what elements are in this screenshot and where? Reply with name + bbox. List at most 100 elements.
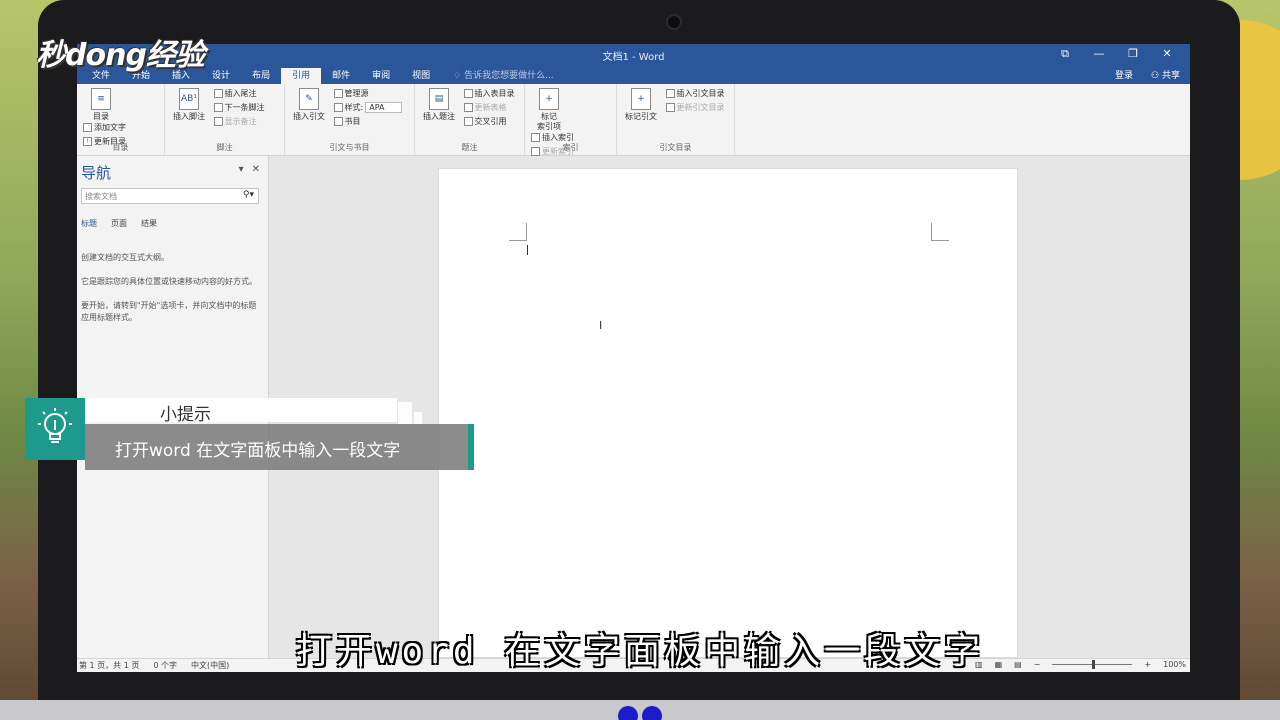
nav-close-icon[interactable]: ✕ xyxy=(252,164,260,175)
person-icon: ⚇ xyxy=(1151,71,1162,81)
mark-citation-icon: + xyxy=(631,88,651,110)
insert-toa-button[interactable]: 插入引文目录 xyxy=(665,88,725,99)
bibliography-button[interactable]: 书目 xyxy=(333,116,402,127)
caption-small-buttons: 插入表目录 更新表格 交叉引用 xyxy=(463,88,515,127)
update-toa-icon xyxy=(665,103,675,112)
group-captions: ▤ 插入题注 插入表目录 更新表格 交叉引用 题注 xyxy=(415,84,525,155)
close-button[interactable]: ✕ xyxy=(1150,46,1184,62)
show-notes-button[interactable]: 显示备注 xyxy=(213,116,265,127)
vertical-scrollbar[interactable] xyxy=(1182,156,1190,658)
mark-entry-line1: 标记 xyxy=(541,112,557,121)
ribbon-display-button[interactable]: ⧉ xyxy=(1048,46,1082,62)
insert-caption-button[interactable]: ▤ 插入题注 xyxy=(421,88,457,122)
nav-tab-results[interactable]: 结果 xyxy=(141,218,157,229)
mark-entry-line2: 索引项 xyxy=(537,122,561,131)
nav-help-text: 创建文档的交互式大纲。 它是跟踪您的具体位置或快速移动内容的好方式。 要开始，请… xyxy=(81,252,261,336)
margin-corner-top-right xyxy=(931,223,949,241)
insert-citation-button[interactable]: ✎ 插入引文 xyxy=(291,88,327,122)
tip-body-box: 打开word 在文字面板中输入一段文字 xyxy=(85,424,468,470)
lightbulb-icon xyxy=(38,408,72,443)
tab-mailings[interactable]: 邮件 xyxy=(321,68,361,84)
nav-tab-headings[interactable]: 标题 xyxy=(81,218,97,229)
insert-toa-icon xyxy=(665,89,675,98)
insert-index-icon xyxy=(531,133,540,142)
cross-reference-button[interactable]: 交叉引用 xyxy=(463,116,515,127)
next-footnote-label: 下一条脚注 xyxy=(224,103,265,112)
toa-small-buttons: 插入引文目录 更新引文目录 xyxy=(665,88,725,113)
ribbon: ≡ 目录 添加文字 ! 更新目录 目录 AB¹ 插入脚注 插入尾注 下一条脚注 显… xyxy=(77,84,1190,156)
tip-icon-box xyxy=(25,398,85,460)
group-toc: ≡ 目录 添加文字 ! 更新目录 目录 xyxy=(77,84,165,155)
search-icon[interactable]: ⚲▾ xyxy=(243,190,254,200)
mark-entry-label: 标记 索引项 xyxy=(537,112,561,132)
laptop-foot-right xyxy=(642,706,662,720)
share-button[interactable]: ⚇ 共享 xyxy=(1151,68,1180,81)
add-text-icon xyxy=(83,123,92,132)
minimize-button[interactable]: — xyxy=(1082,46,1116,62)
nav-help-para2: 它是跟踪您的具体位置或快速移动内容的好方式。 xyxy=(81,277,257,286)
window-controls: ⧉ — ❐ ✕ xyxy=(1048,46,1184,62)
tab-references[interactable]: 引用 xyxy=(281,68,322,84)
bibliography-label: 书目 xyxy=(344,117,361,126)
insert-footnote-button[interactable]: AB¹ 插入脚注 xyxy=(171,88,207,122)
next-footnote-button[interactable]: 下一条脚注 xyxy=(213,102,265,113)
citation-small-buttons: 管理源 样式: APA 书目 xyxy=(333,88,402,127)
nav-controls: ▾ ✕ xyxy=(239,164,260,175)
tell-me-box[interactable]: ♢ 告诉我您想要做什么... xyxy=(453,68,554,84)
show-notes-label: 显示备注 xyxy=(224,117,257,126)
insert-endnote-label: 插入尾注 xyxy=(224,89,257,98)
toc-button[interactable]: ≡ 目录 xyxy=(83,88,119,122)
tab-layout[interactable]: 布局 xyxy=(241,68,281,84)
tip-decoration xyxy=(398,402,412,424)
ribbon-tabs: 文件 开始 插入 设计 布局 引用 邮件 审阅 视图 ♢ 告诉我您想要做什么..… xyxy=(77,66,1190,84)
style-dropdown[interactable]: APA xyxy=(365,102,402,113)
update-table-label: 更新表格 xyxy=(474,103,507,112)
mark-entry-icon: + xyxy=(539,88,559,110)
insert-caption-label: 插入题注 xyxy=(423,112,455,121)
add-text-button[interactable]: 添加文字 xyxy=(83,122,126,133)
footnote-small-buttons: 插入尾注 下一条脚注 显示备注 xyxy=(213,88,265,127)
insert-endnote-button[interactable]: 插入尾注 xyxy=(213,88,265,99)
nav-title: 导航 xyxy=(81,164,112,182)
style-selector[interactable]: 样式: APA xyxy=(333,102,402,113)
margin-corner-top-left xyxy=(509,223,527,241)
tab-review[interactable]: 审阅 xyxy=(361,68,401,84)
show-notes-icon xyxy=(213,117,223,126)
tab-view[interactable]: 视图 xyxy=(401,68,441,84)
group-label-captions: 题注 xyxy=(461,143,478,152)
tab-design[interactable]: 设计 xyxy=(201,68,241,84)
caption-icon: ▤ xyxy=(429,88,449,110)
webcam xyxy=(666,14,682,30)
bibliography-icon xyxy=(333,117,343,126)
update-table-icon xyxy=(463,103,473,112)
mark-citation-button[interactable]: + 标记引文 xyxy=(623,88,659,122)
nav-search-input[interactable]: 搜索文档 ⚲▾ xyxy=(81,188,259,204)
site-logo: 秒dong经验 xyxy=(36,38,205,73)
insert-footnote-label: 插入脚注 xyxy=(173,112,205,121)
insert-tof-button[interactable]: 插入表目录 xyxy=(463,88,515,99)
style-icon xyxy=(333,103,343,112)
update-table-button[interactable]: 更新表格 xyxy=(463,102,515,113)
tip-accent-bar xyxy=(468,424,474,470)
nav-options-icon[interactable]: ▾ xyxy=(239,164,244,175)
nav-tab-pages[interactable]: 页面 xyxy=(111,218,127,229)
group-label-toc: 目录 xyxy=(112,143,129,152)
cross-reference-label: 交叉引用 xyxy=(474,117,507,126)
nav-tabs: 标题 页面 结果 xyxy=(81,218,157,229)
signin-link[interactable]: 登录 xyxy=(1115,68,1133,81)
toc-button-label: 目录 xyxy=(93,112,109,121)
group-index: + 标记 索引项 插入索引 更新索引 索引 xyxy=(525,84,617,156)
manage-sources-button[interactable]: 管理源 xyxy=(333,88,402,99)
lightbulb-icon: ♢ xyxy=(453,71,465,81)
mark-entry-button[interactable]: + 标记 索引项 xyxy=(531,88,567,132)
update-toa-button[interactable]: 更新引文目录 xyxy=(665,102,725,113)
tip-heading-box: 小提示 xyxy=(85,398,397,425)
video-subtitle: 打开word 在文字面板中输入一段文字 xyxy=(295,631,985,672)
next-footnote-icon xyxy=(213,103,223,112)
add-text-label: 添加文字 xyxy=(94,123,126,132)
insert-tof-label: 插入表目录 xyxy=(474,89,515,98)
document-page[interactable]: I xyxy=(438,168,1018,658)
group-toa: + 标记引文 插入引文目录 更新引文目录 引文目录 xyxy=(617,84,735,155)
citation-icon: ✎ xyxy=(299,88,319,110)
restore-button[interactable]: ❐ xyxy=(1116,46,1150,62)
